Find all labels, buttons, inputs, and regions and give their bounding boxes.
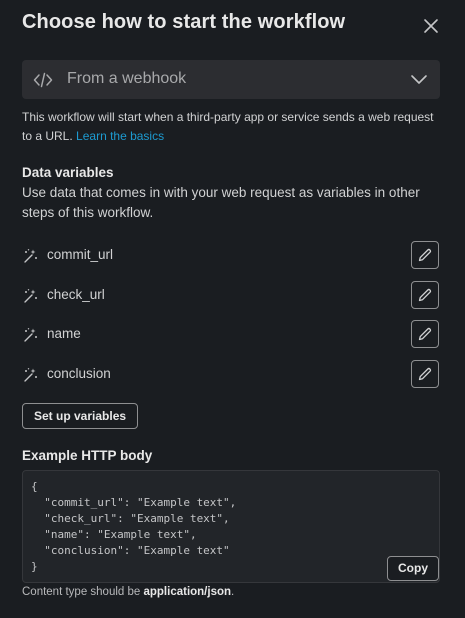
variable-name: name — [47, 326, 81, 341]
example-http-body-code: { "commit_url": "Example text", "check_u… — [31, 480, 237, 573]
variable-name: conclusion — [47, 366, 111, 381]
example-http-body-heading: Example HTTP body — [22, 448, 153, 463]
magic-wand-icon — [24, 328, 37, 342]
set-up-variables-button[interactable]: Set up variables — [22, 403, 139, 429]
workflow-trigger-dialog: Choose how to start the workflow From a … — [0, 0, 465, 618]
close-icon — [424, 19, 438, 33]
content-type-value: application/json — [143, 586, 232, 598]
example-http-body: { "commit_url": "Example text", "check_u… — [22, 470, 440, 583]
pencil-icon — [418, 367, 432, 381]
copy-button[interactable]: Copy — [387, 556, 439, 581]
edit-variable-button[interactable] — [411, 360, 439, 388]
data-variables-heading: Data variables — [22, 165, 114, 180]
variable-name: check_url — [47, 287, 105, 302]
data-variables-subheading: Use data that comes in with your web req… — [22, 185, 420, 220]
learn-the-basics-link[interactable]: Learn the basics — [76, 129, 164, 143]
content-type-note: Content type should be application/json. — [22, 586, 234, 598]
magic-wand-icon — [24, 289, 37, 303]
variable-row: check_url — [22, 281, 440, 311]
trigger-type-select[interactable]: From a webhook — [22, 60, 440, 99]
variable-row: conclusion — [22, 360, 440, 390]
edit-variable-button[interactable] — [411, 320, 439, 348]
edit-variable-button[interactable] — [411, 241, 439, 269]
code-brackets-icon — [33, 72, 53, 88]
trigger-type-value: From a webhook — [67, 70, 187, 87]
pencil-icon — [418, 288, 432, 302]
chevron-down-icon — [411, 75, 427, 84]
magic-wand-icon — [24, 368, 37, 382]
pencil-icon — [418, 327, 432, 341]
variable-row: commit_url — [22, 241, 440, 271]
content-type-suffix: . — [231, 586, 235, 598]
variable-row: name — [22, 320, 440, 350]
pencil-icon — [418, 248, 432, 262]
dialog-title: Choose how to start the workflow — [22, 11, 346, 33]
content-type-prefix: Content type should be — [22, 586, 144, 598]
variable-name: commit_url — [47, 247, 114, 262]
trigger-description: This workflow will start when a third-pa… — [22, 108, 442, 146]
close-button[interactable] — [419, 14, 443, 38]
magic-wand-icon — [24, 249, 37, 263]
edit-variable-button[interactable] — [411, 281, 439, 309]
